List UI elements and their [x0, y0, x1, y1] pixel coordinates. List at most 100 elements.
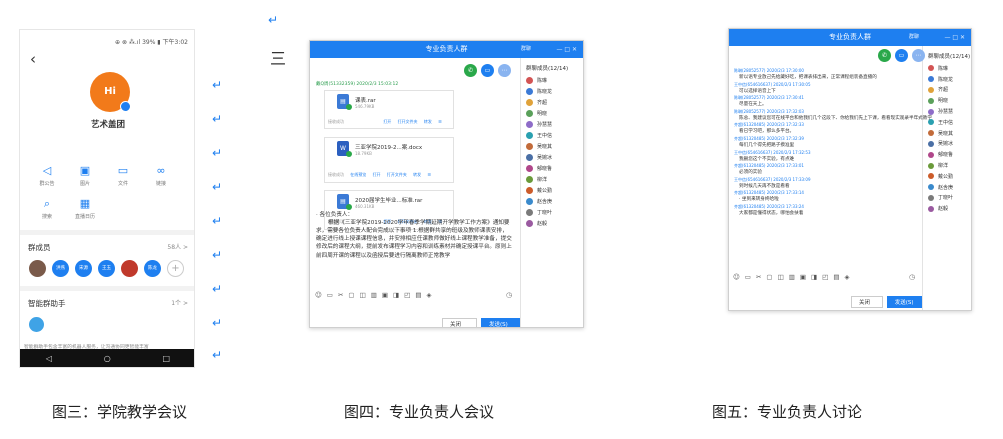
member-item[interactable]: 吴晓其 — [924, 128, 971, 139]
member-item[interactable]: 吴晓其 — [522, 141, 583, 152]
more-icon[interactable]: ⋯ — [498, 64, 511, 77]
member-item[interactable]: 戴公勤 — [522, 185, 583, 196]
scissors-icon[interactable]: ✂ — [338, 291, 343, 299]
tool-search[interactable]: ⌕ 搜索 — [28, 197, 66, 220]
member-avatar[interactable] — [121, 260, 138, 277]
message-body: 大家都是懂得状态，哪怕会扶着 — [739, 210, 804, 216]
nav-home-icon[interactable]: ○ — [104, 354, 111, 363]
chat-message: 王中信(654616637) 2020/2/3 17:30:05 可以选择语音上下 — [734, 82, 914, 96]
window-controls[interactable]: — □ ✕ — [944, 29, 965, 46]
open-folder-link[interactable]: 打开文件夹 — [398, 119, 418, 124]
image-icon[interactable]: ◫ — [778, 273, 784, 281]
member-item[interactable]: 赵含庚 — [522, 196, 583, 207]
member-item[interactable]: 柳洋 — [522, 174, 583, 185]
window-controls[interactable]: — □ ✕ — [556, 41, 577, 58]
send-button[interactable]: 发送(S) ▾ — [480, 318, 520, 327]
file-icon[interactable]: ▢ — [766, 273, 772, 281]
bell-icon[interactable]: ◈ — [426, 291, 431, 299]
doc-icon[interactable]: ◨ — [811, 273, 817, 281]
open-link[interactable]: 打开 — [373, 172, 381, 177]
picture-icon[interactable]: ▣ — [382, 291, 388, 299]
gif-icon[interactable]: ▭ — [327, 291, 333, 299]
history-clock-icon[interactable]: ◷ — [909, 273, 915, 281]
gif-icon[interactable]: ▭ — [745, 273, 751, 281]
close-button[interactable]: 关闭(C) — [851, 296, 883, 308]
member-item[interactable]: 丁晓叶 — [522, 207, 583, 218]
red-packet-icon[interactable]: ▤ — [415, 291, 421, 299]
member-item[interactable]: 明晓 — [924, 95, 971, 106]
member-item[interactable]: 柳洋 — [924, 160, 971, 171]
member-item[interactable]: 郁晓鲁 — [522, 163, 583, 174]
nav-recents-icon[interactable]: □ — [163, 354, 171, 363]
doc-icon[interactable]: ◨ — [393, 291, 399, 299]
member-item[interactable]: 丁晓叶 — [924, 193, 971, 204]
scissors-icon[interactable]: ✂ — [756, 273, 761, 281]
file-card[interactable]: ▤ 课表.rar 546.79KB 接收成功 打开 打开文件夹 转发 ☰ — [324, 90, 454, 129]
forward-link[interactable]: 转发 — [413, 172, 421, 177]
member-avatar[interactable]: 洪燕 — [52, 260, 69, 277]
online-preview-link[interactable]: 在线预览 — [350, 172, 366, 177]
member-item[interactable]: 王中信 — [522, 130, 583, 141]
nav-back-icon[interactable]: ◁ — [46, 354, 52, 363]
chat-message: 齐超(61320485) 2020/2/3 17:33:14 · 坐到来转身终哈啦 — [734, 190, 914, 204]
image-icon[interactable]: ◫ — [360, 291, 366, 299]
bell-icon[interactable]: ◈ — [844, 273, 849, 281]
robot-icon[interactable] — [29, 317, 44, 332]
member-item[interactable]: 赵毅 — [924, 203, 971, 214]
member-item[interactable]: 明晓 — [522, 108, 583, 119]
members-section-header[interactable]: 群成员 58人 > — [28, 242, 188, 253]
tool-links[interactable]: ∞ 链接 — [142, 164, 180, 187]
paragraph-mark: ↵ — [212, 146, 223, 160]
file-card[interactable]: W 三亚学院2019-2...案.docx 18.79KB 接收成功 在线预览 … — [324, 137, 454, 183]
member-avatar[interactable]: 陈龙 — [144, 260, 161, 277]
member-item[interactable]: 孙慧慧 — [522, 119, 583, 130]
screen-share-icon[interactable]: ▭ — [895, 49, 908, 62]
menu-icon[interactable]: ☰ — [427, 172, 431, 177]
red-packet-icon[interactable]: ▤ — [833, 273, 839, 281]
phone-icon[interactable]: ✆ — [464, 64, 477, 77]
member-item[interactable]: 齐超 — [924, 85, 971, 96]
member-avatar[interactable] — [29, 260, 46, 277]
member-item[interactable]: 齐超 — [522, 97, 583, 108]
member-item[interactable]: 郁晓鲁 — [924, 149, 971, 160]
add-member-icon[interactable]: + — [167, 260, 184, 277]
member-list: 群聊成员(12/14) 陈琳 陈晓龙 齐超 明晓 孙慧慧 王中信 吴晓其 吴婉冰 郁晓鲁 柳洋 戴公… — [924, 46, 971, 214]
tool-announcement[interactable]: ◁ 群公告 — [28, 164, 66, 187]
chart-icon[interactable]: ◰ — [404, 291, 410, 299]
chart-icon[interactable]: ◰ — [822, 273, 828, 281]
screen-icon[interactable]: ▥ — [371, 291, 377, 299]
tool-images[interactable]: ▣ 图片 — [66, 164, 104, 187]
member-item[interactable]: 吴婉冰 — [924, 139, 971, 150]
member-item[interactable]: 陈琳 — [924, 63, 971, 74]
history-clock-icon[interactable]: ◷ — [506, 291, 512, 299]
open-folder-link[interactable]: 打开文件夹 — [387, 172, 407, 177]
message-body: 看已学习吧，那么多平台。 — [739, 129, 795, 135]
file-icon[interactable]: ▢ — [348, 291, 354, 299]
tool-live-calendar[interactable]: ▦ 直播日历 — [66, 197, 104, 220]
member-item[interactable]: 戴公勤 — [924, 171, 971, 182]
picture-icon[interactable]: ▣ — [800, 273, 806, 281]
phone-icon[interactable]: ✆ — [878, 49, 891, 62]
member-item[interactable]: 吴婉冰 — [522, 152, 583, 163]
back-icon[interactable]: ‹ — [30, 50, 36, 68]
forward-link[interactable]: 转发 — [424, 119, 432, 124]
member-item[interactable]: 陈晓龙 — [924, 74, 971, 85]
tool-files[interactable]: ▭ 文件 — [104, 164, 142, 187]
open-link[interactable]: 打开 — [383, 119, 391, 124]
emoji-icon[interactable]: ☺ — [315, 291, 322, 299]
member-item[interactable]: 陈琳 — [522, 75, 583, 86]
member-item[interactable]: 陈晓龙 — [522, 86, 583, 97]
member-item[interactable]: 孙慧慧 — [924, 106, 971, 117]
member-avatar[interactable]: 王玉 — [98, 260, 115, 277]
member-avatar[interactable]: 宋源 — [75, 260, 92, 277]
screen-share-icon[interactable]: ▭ — [481, 64, 494, 77]
send-button[interactable]: 发送(S) ▾ — [886, 296, 922, 308]
menu-icon[interactable]: ☰ — [438, 119, 442, 124]
emoji-icon[interactable]: ☺ — [733, 273, 740, 281]
assistant-section-header[interactable]: 智能群助手 1个 > — [28, 298, 188, 309]
member-item[interactable]: 王中信 — [924, 117, 971, 128]
member-item[interactable]: 赵含庚 — [924, 182, 971, 193]
screen-icon[interactable]: ▥ — [789, 273, 795, 281]
member-item[interactable]: 赵毅 — [522, 218, 583, 229]
close-button[interactable]: 关闭(C) — [442, 318, 477, 327]
